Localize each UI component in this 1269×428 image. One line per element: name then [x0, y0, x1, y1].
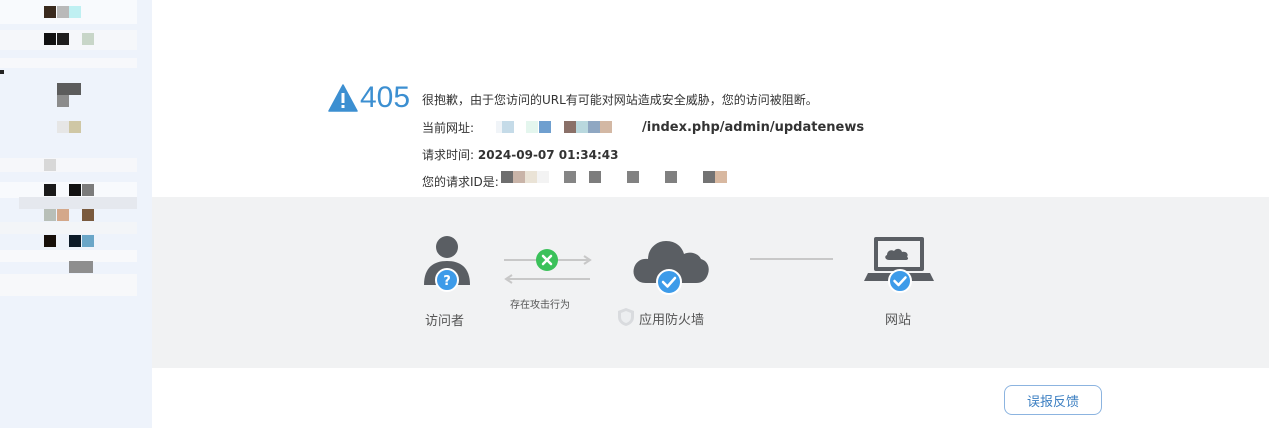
sidebar-block — [69, 235, 81, 247]
main-content: 405 很抱歉，由于您访问的URL有可能对网站造成安全威胁，您的访问被阻断。 当… — [152, 0, 1269, 428]
svg-text:?: ? — [443, 274, 451, 289]
sidebar-block — [57, 83, 81, 95]
blocked-icon — [536, 249, 558, 271]
sidebar-block — [44, 235, 56, 247]
sidebar-block — [44, 184, 56, 196]
time-value: 2024-09-07 01:34:43 — [477, 148, 619, 162]
sidebar-block — [44, 209, 56, 221]
url-label: 当前网址: — [422, 121, 475, 135]
website-label: 网站 — [885, 313, 912, 328]
sidebar — [0, 0, 152, 428]
sidebar-block — [0, 58, 137, 68]
sidebar-block — [44, 33, 56, 45]
sidebar-block — [69, 121, 81, 133]
firewall-cloud-icon — [633, 241, 709, 295]
flow-diagram: ? 访问者 存在攻击行为 应用防火墙 网站 — [152, 197, 1269, 368]
sidebar-block — [57, 95, 69, 107]
connector-line — [750, 258, 833, 260]
request-id-row: 您的请求ID是: — [422, 175, 499, 189]
website-icon — [864, 237, 934, 293]
sidebar-block — [69, 261, 93, 273]
shield-icon — [618, 308, 634, 326]
error-message: 很抱歉，由于您访问的URL有可能对网站造成安全威胁，您的访问被阻断。 — [422, 93, 818, 107]
time-row: 请求时间: 2024-09-07 01:34:43 — [422, 148, 619, 162]
firewall-label: 应用防火墙 — [639, 313, 705, 328]
sidebar-block — [57, 209, 69, 221]
error-header: 405 — [328, 83, 410, 113]
sidebar-block — [0, 222, 137, 234]
sidebar-block — [82, 33, 94, 45]
sidebar-block — [57, 6, 69, 18]
warning-icon — [328, 84, 358, 112]
sidebar-block — [44, 159, 56, 171]
sidebar-block — [0, 274, 137, 296]
sidebar-block — [69, 6, 81, 18]
sidebar-block — [57, 121, 69, 133]
sidebar-block — [0, 158, 137, 172]
attack-label: 存在攻击行为 — [510, 300, 570, 311]
sidebar-block — [69, 184, 81, 196]
sidebar-block — [0, 70, 4, 74]
url-row: 当前网址: — [422, 121, 474, 135]
sidebar-block — [82, 184, 94, 196]
time-label: 请求时间: — [422, 148, 475, 162]
url-path: /index.php/admin/updatenews — [642, 120, 865, 135]
sidebar-block — [44, 6, 56, 18]
sidebar-block — [19, 197, 137, 209]
request-id-label: 您的请求ID是: — [422, 175, 499, 189]
sidebar-block — [82, 235, 94, 247]
error-code: 405 — [360, 81, 411, 114]
visitor-icon: ? — [424, 236, 470, 292]
sidebar-block — [57, 33, 69, 45]
visitor-label: 访问者 — [425, 314, 465, 329]
sidebar-block — [82, 209, 94, 221]
false-positive-feedback-button[interactable]: 误报反馈 — [1004, 385, 1102, 415]
